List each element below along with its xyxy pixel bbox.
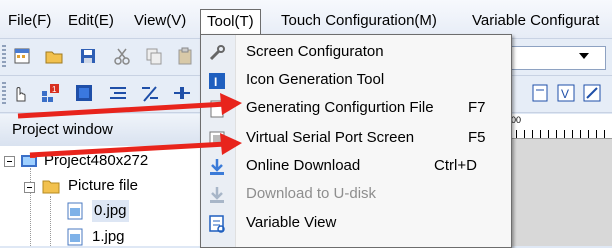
distribute-icon[interactable] xyxy=(172,83,192,103)
project-window-header: Project window xyxy=(0,114,200,147)
svg-text:1: 1 xyxy=(52,85,57,94)
tree-folder-label: Picture file xyxy=(68,177,139,194)
ruler-ticks xyxy=(500,130,612,138)
menu-item-screen-configuration[interactable]: Screen Configuraton xyxy=(201,39,511,67)
menu-item-label: Icon Generation Tool xyxy=(246,71,385,88)
project-window-title: Project window xyxy=(12,121,113,138)
save-icon[interactable] xyxy=(78,46,98,66)
cut-icon[interactable] xyxy=(112,46,132,66)
project-tree: Project480x272 Picture file 0.jpg 1.jpg xyxy=(0,146,200,246)
open-folder-icon[interactable] xyxy=(44,46,64,66)
generate-file-icon xyxy=(210,100,224,118)
svg-text:I: I xyxy=(214,75,217,89)
tool-menu-dropdown: Screen Configuraton I Icon Generation To… xyxy=(200,34,512,248)
folder-icon xyxy=(42,180,60,194)
menu-item-shortcut: F5 xyxy=(468,129,486,146)
pointer-hand-icon[interactable] xyxy=(10,83,30,103)
menu-variable-configuration[interactable]: Variable Configurat xyxy=(472,10,599,32)
resize-icon[interactable] xyxy=(582,83,602,103)
menu-edit[interactable]: Edit(E) xyxy=(68,10,114,32)
toolbar-grip[interactable] xyxy=(2,45,6,69)
menu-item-label: Variable View xyxy=(246,214,337,231)
menu-touch-configuration[interactable]: Touch Configuration(M) xyxy=(281,10,437,32)
group-numbered-icon[interactable]: 1 xyxy=(40,83,60,103)
tree-project-label: Project480x272 xyxy=(44,152,149,169)
menu-item-generating-configuration-file[interactable]: Generating Configurtion File F7 xyxy=(201,95,511,123)
menu-item-virtual-serial-port-screen[interactable]: Virtual Serial Port Screen F5 xyxy=(201,125,511,153)
slope-tool-icon[interactable] xyxy=(140,83,160,103)
menu-tool[interactable]: Tool(T) xyxy=(200,9,261,34)
menu-item-download-to-u-disk[interactable]: Download to U-disk xyxy=(201,181,511,209)
menu-item-online-download[interactable]: Online Download Ctrl+D xyxy=(201,153,511,181)
collapse-icon[interactable] xyxy=(24,182,35,193)
menu-item-label: Screen Configuraton xyxy=(246,43,384,60)
menu-item-icon-generation-tool[interactable]: I Icon Generation Tool xyxy=(201,67,511,95)
copy-icon[interactable] xyxy=(144,46,164,66)
menu-item-label: Online Download xyxy=(246,157,361,174)
project-icon xyxy=(21,153,37,167)
toolbar-grip[interactable] xyxy=(2,82,6,106)
align-list-icon[interactable] xyxy=(108,83,128,103)
tree-file-label: 1.jpg xyxy=(92,228,125,245)
menu-item-shortcut: Ctrl+D xyxy=(434,157,477,174)
menu-file[interactable]: File(F) xyxy=(8,10,51,32)
udisk-download-icon xyxy=(210,187,224,203)
image-file-icon xyxy=(67,202,83,220)
tree-guide-line xyxy=(50,196,51,246)
menu-item-label: Download to U-disk xyxy=(246,185,377,202)
menu-item-label: Generating Configurtion File xyxy=(246,99,434,116)
screen-config-icon xyxy=(209,45,225,61)
variable-v-icon[interactable]: V xyxy=(556,83,576,103)
horizontal-ruler: 200 xyxy=(500,114,612,139)
image-file-icon xyxy=(67,228,83,246)
chevron-down-icon[interactable] xyxy=(579,53,589,59)
new-project-icon[interactable] xyxy=(12,46,32,66)
preview-icon[interactable] xyxy=(530,83,550,103)
menu-item-variable-view[interactable]: Variable View xyxy=(201,210,511,238)
svg-text:V: V xyxy=(561,87,569,101)
download-icon xyxy=(210,159,224,175)
tree-guide-line xyxy=(30,168,31,246)
icon-generation-icon: I xyxy=(209,73,225,89)
collapse-icon[interactable] xyxy=(4,156,15,167)
variable-view-icon xyxy=(209,215,225,233)
menu-item-label: Virtual Serial Port Screen xyxy=(246,129,415,146)
virtual-serial-icon xyxy=(209,131,225,147)
menu-view[interactable]: View(V) xyxy=(134,10,186,32)
menu-item-shortcut: F7 xyxy=(468,99,486,116)
rectangle-tool-icon[interactable] xyxy=(74,83,94,103)
tree-file-label: 0.jpg xyxy=(92,200,129,222)
paste-icon[interactable] xyxy=(176,46,196,66)
